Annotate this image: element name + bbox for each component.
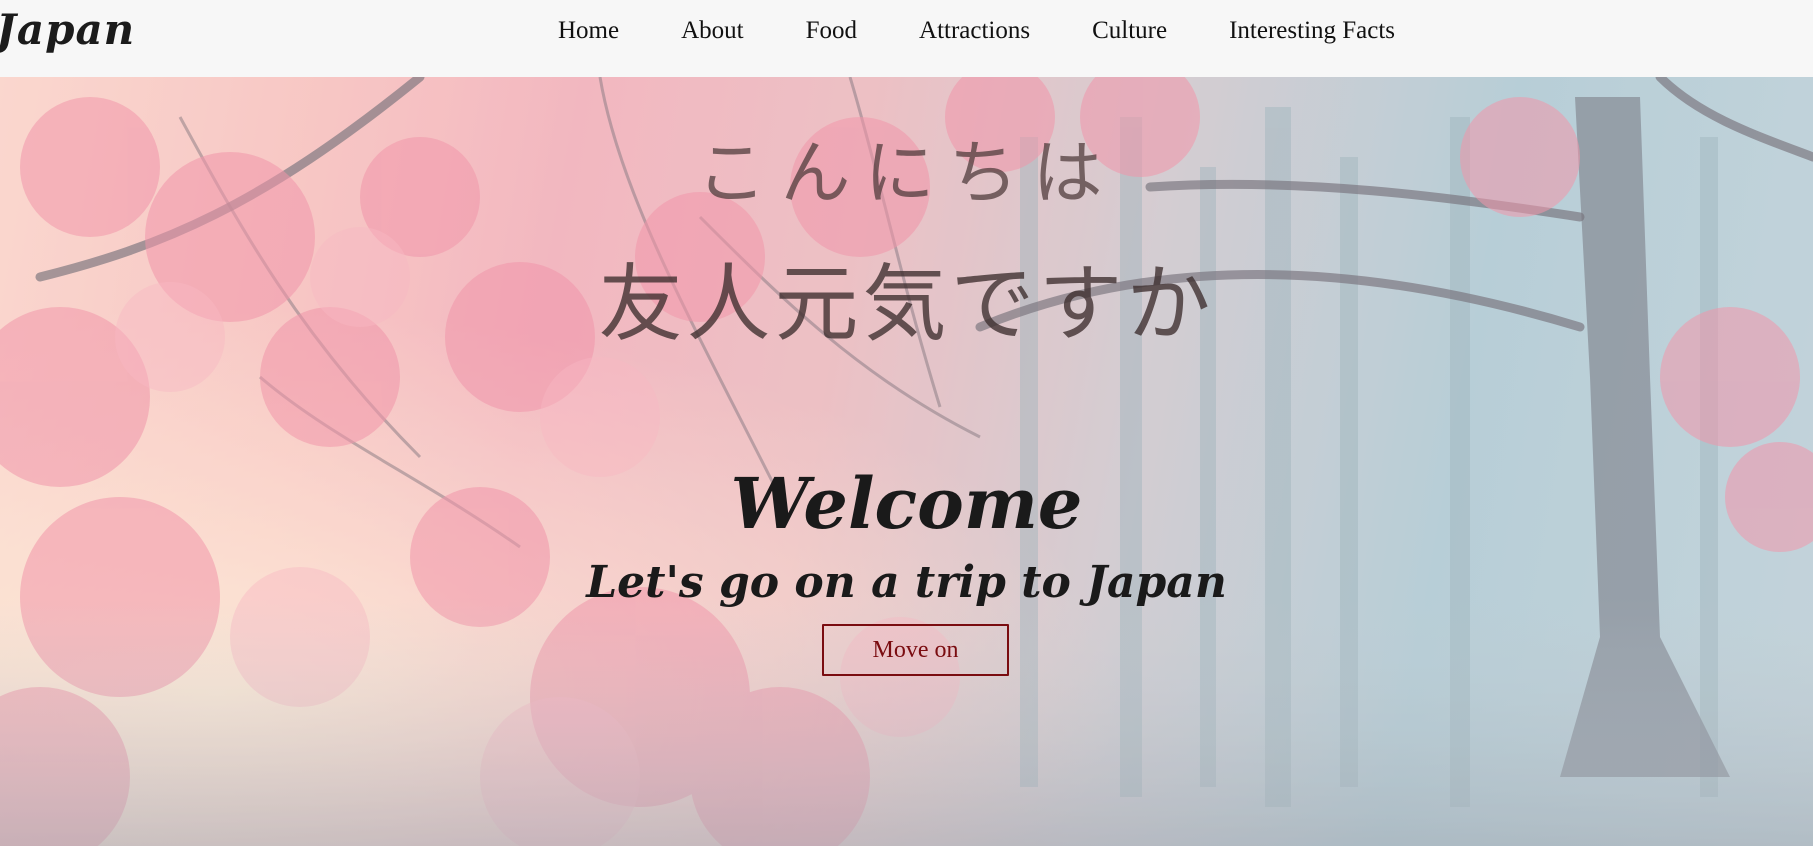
nav-home-link[interactable]: Home bbox=[558, 14, 619, 48]
site-logo[interactable]: Japan bbox=[0, 5, 135, 54]
top-navigation-bar: Japan Home About Food Attractions Cultur… bbox=[0, 0, 1813, 77]
trip-tagline: Let's go on a trip to Japan bbox=[586, 557, 1227, 608]
nav-about-link[interactable]: About bbox=[681, 14, 744, 48]
main-nav: Home About Food Attractions Culture Inte… bbox=[558, 14, 1395, 48]
move-on-button[interactable]: Move on bbox=[822, 624, 1009, 676]
nav-interesting-facts-link[interactable]: Interesting Facts bbox=[1229, 14, 1395, 48]
hero-section: こんにちは 友人元気ですか Welcome Let's go on a trip… bbox=[0, 77, 1813, 846]
nav-culture-link[interactable]: Culture bbox=[1092, 14, 1167, 48]
nav-attractions-link[interactable]: Attractions bbox=[919, 14, 1030, 48]
nav-food-link[interactable]: Food bbox=[806, 14, 857, 48]
welcome-heading: Welcome bbox=[730, 462, 1083, 545]
japanese-greeting-line-2: 友人元気ですか bbox=[598, 255, 1215, 353]
japanese-greeting-line-1: こんにちは bbox=[696, 132, 1117, 214]
